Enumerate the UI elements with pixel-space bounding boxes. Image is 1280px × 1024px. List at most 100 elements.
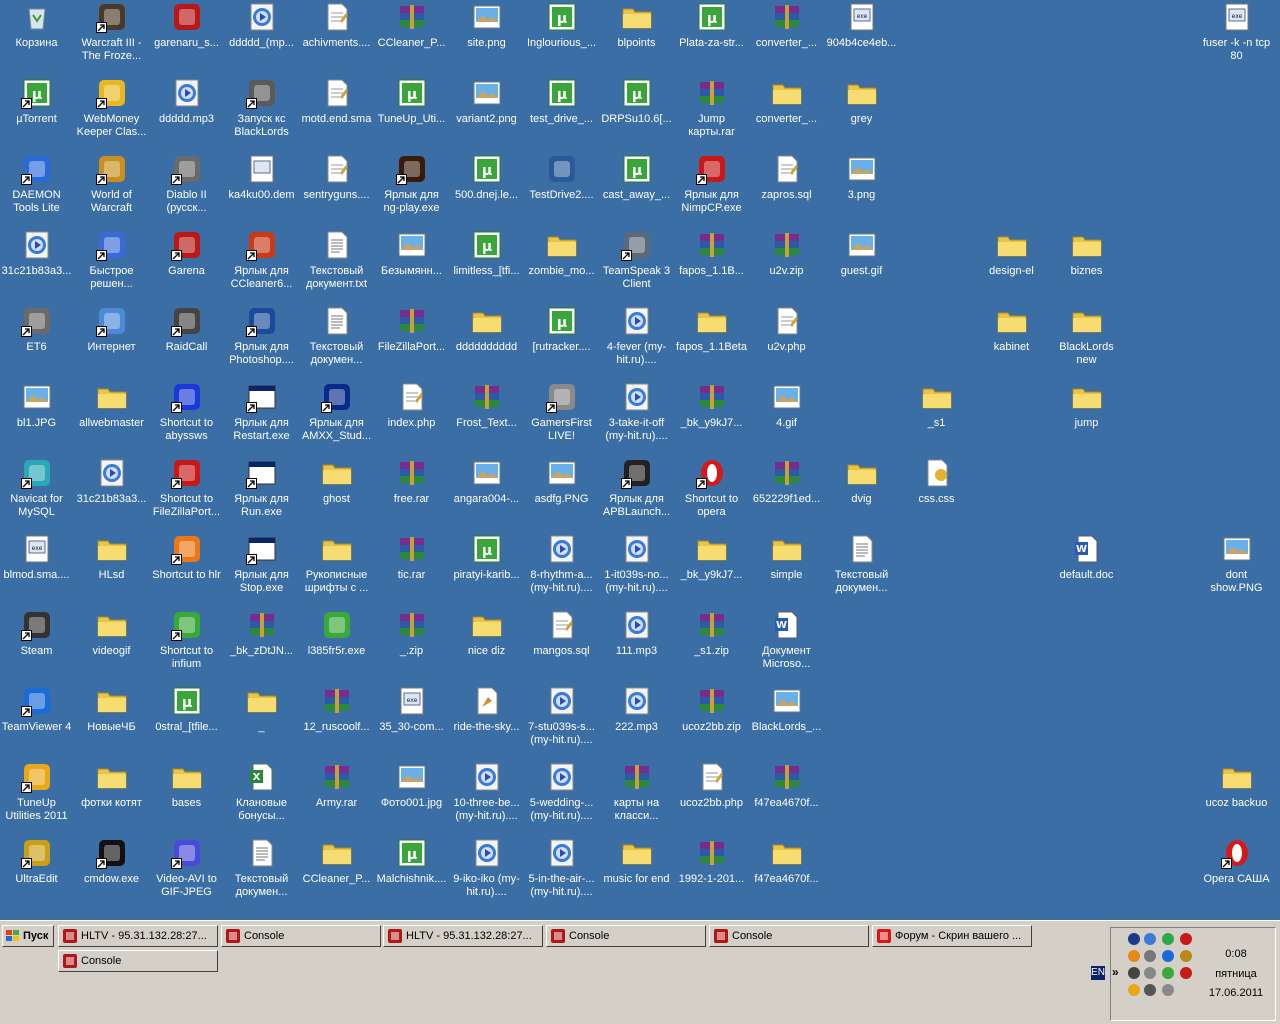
desktop-icon[interactable]: 222.mp3 <box>599 684 674 760</box>
desktop-icon[interactable]: Текстовый докумен... <box>224 836 299 912</box>
desktop-icon[interactable]: Video-AVI to GIF-JPEG <box>149 836 224 912</box>
desktop-icon[interactable]: 1-it039s-no... (my-hit.ru).... <box>599 532 674 608</box>
taskbar-button[interactable]: Console <box>709 925 869 947</box>
desktop-icon[interactable]: nice diz <box>449 608 524 684</box>
desktop-icon[interactable]: Frost_Text... <box>449 380 524 456</box>
clock-time[interactable]: 0:08 <box>1206 948 1266 960</box>
desktop-icon[interactable]: _bk_zDtJN... <box>224 608 299 684</box>
desktop-icon[interactable]: cmdow.exe <box>74 836 149 912</box>
desktop-icon[interactable]: Ярлык для AMXX_Stud... <box>299 380 374 456</box>
desktop-icon[interactable]: фотки котят <box>74 760 149 836</box>
desktop-icon[interactable]: exe 904b4ce4eb... <box>824 0 899 76</box>
desktop-icon[interactable]: 4.gif <box>749 380 824 456</box>
desktop-icon[interactable]: variant2.png <box>449 76 524 152</box>
desktop-icon[interactable]: FileZillaPort... <box>374 304 449 380</box>
desktop-icon[interactable]: W Документ Microso... <box>749 608 824 684</box>
desktop-icon[interactable]: ddddd_(mp... <box>224 0 299 76</box>
desktop-icon[interactable]: u2v.zip <box>749 228 824 304</box>
desktop-icon[interactable]: µ piratyi-karib... <box>449 532 524 608</box>
tray-app-icon[interactable] <box>1127 949 1141 963</box>
desktop-icon[interactable]: WebMoney Keeper Clas... <box>74 76 149 152</box>
desktop-icon[interactable]: 5-wedding-... (my-hit.ru).... <box>524 760 599 836</box>
tray-app-icon[interactable] <box>1179 966 1193 980</box>
desktop-icon[interactable]: X Клановые бонусы... <box>224 760 299 836</box>
desktop-icon[interactable]: Текстовый докумен... <box>299 304 374 380</box>
tray-app-icon[interactable] <box>1143 932 1157 946</box>
desktop-icon[interactable]: Shortcut to opera <box>674 456 749 532</box>
desktop-icon[interactable]: dddddddddd <box>449 304 524 380</box>
desktop-icon[interactable]: Ярлык для Run.exe <box>224 456 299 532</box>
desktop-icon[interactable]: zombie_mo... <box>524 228 599 304</box>
taskbar-button[interactable]: Console <box>221 925 381 947</box>
start-button[interactable]: Пуск <box>2 925 54 947</box>
desktop-icon[interactable]: videogif <box>74 608 149 684</box>
desktop-icon[interactable]: blpoints <box>599 0 674 76</box>
desktop-icon[interactable]: ucoz backuo <box>1199 760 1274 836</box>
desktop-icon[interactable]: _ <box>224 684 299 760</box>
desktop-icon[interactable]: Shortcut to abyssws <box>149 380 224 456</box>
desktop-icon[interactable]: CCleaner_P... <box>374 0 449 76</box>
desktop-icon[interactable]: _bk_y9kJ7... <box>674 532 749 608</box>
desktop-icon[interactable]: µ 500.dnej.le... <box>449 152 524 228</box>
desktop-icon[interactable]: Интернет <box>74 304 149 380</box>
desktop-icon[interactable]: Фото001.jpg <box>374 760 449 836</box>
desktop-icon[interactable]: ET6 <box>0 304 74 380</box>
desktop-icon[interactable]: UltraEdit <box>0 836 74 912</box>
desktop-icon[interactable]: Ярлык для NimpCP.exe <box>674 152 749 228</box>
desktop-icon[interactable]: ghost <box>299 456 374 532</box>
desktop-icon[interactable]: asdfg.PNG <box>524 456 599 532</box>
tray-app-icon[interactable] <box>1127 983 1141 997</box>
desktop-icon[interactable]: Ярлык для Restart.exe <box>224 380 299 456</box>
desktop-icon[interactable]: dvig <box>824 456 899 532</box>
desktop-icon[interactable]: achivments.... <box>299 0 374 76</box>
taskbar-button[interactable]: HLTV - 95.31.132.28:27... <box>58 925 218 947</box>
taskbar-button[interactable]: Console <box>58 950 218 972</box>
desktop-icon[interactable]: Быстрое решен... <box>74 228 149 304</box>
tray-app-icon[interactable] <box>1127 966 1141 980</box>
desktop-icon[interactable]: design-el <box>974 228 1049 304</box>
desktop-icon[interactable]: Wdefault.doc <box>1049 532 1124 608</box>
desktop-icon[interactable]: ucoz2bb.zip <box>674 684 749 760</box>
desktop-icon[interactable]: 3-take-it-off (my-hit.ru).... <box>599 380 674 456</box>
tray-app-icon[interactable] <box>1161 949 1175 963</box>
desktop-icon[interactable]: _bk_y9kJ7... <box>674 380 749 456</box>
desktop-icon[interactable]: kabinet <box>974 304 1049 380</box>
desktop-icon[interactable]: Ярлык для Stop.exe <box>224 532 299 608</box>
desktop-icon[interactable]: simple <box>749 532 824 608</box>
desktop-icon[interactable]: Рукописные шрифты с ... <box>299 532 374 608</box>
desktop-icon[interactable]: µ Plata-za-str... <box>674 0 749 76</box>
desktop-icon[interactable]: µ 0stral_[tfile... <box>149 684 224 760</box>
desktop-icon[interactable]: ride-the-sky... <box>449 684 524 760</box>
desktop-icon[interactable]: 10-three-be... (my-hit.ru).... <box>449 760 524 836</box>
desktop-icon[interactable]: НовыеЧБ <box>74 684 149 760</box>
desktop-icon[interactable]: Ярлык для CCleaner6... <box>224 228 299 304</box>
desktop-icon[interactable]: CCleaner_P... <box>299 836 374 912</box>
desktop-icon[interactable]: 31c21b83a3... <box>74 456 149 532</box>
desktop-icon[interactable]: css.css <box>899 456 974 532</box>
taskbar-button[interactable]: Console <box>546 925 706 947</box>
desktop-icon[interactable]: Warcraft III - The Froze... <box>74 0 149 76</box>
desktop-icon[interactable]: Shortcut to hlr <box>149 532 224 608</box>
desktop-icon[interactable]: tic.rar <box>374 532 449 608</box>
desktop-icon[interactable]: Diablo II (русск... <box>149 152 224 228</box>
desktop-icon[interactable]: jump <box>1049 380 1124 456</box>
desktop-icon[interactable]: index.php <box>374 380 449 456</box>
desktop-icon[interactable]: angara004-... <box>449 456 524 532</box>
desktop-icon[interactable]: 12_ruscoolf... <box>299 684 374 760</box>
desktop-icon[interactable]: Текстовый документ.txt <box>299 228 374 304</box>
desktop-icon[interactable]: DAEMON Tools Lite <box>0 152 74 228</box>
desktop-icon[interactable]: exe fuser -k -n tcp 80 <box>1199 0 1274 76</box>
desktop-icon[interactable]: bases <box>149 760 224 836</box>
desktop-icon[interactable]: 9-iko-iko (my-hit.ru).... <box>449 836 524 912</box>
desktop-icon[interactable]: Запуск кс BlackLords <box>224 76 299 152</box>
desktop-icon[interactable]: Безымянн... <box>374 228 449 304</box>
desktop-icon[interactable]: Garena <box>149 228 224 304</box>
desktop-icon[interactable]: u2v.php <box>749 304 824 380</box>
tray-app-icon[interactable] <box>1143 983 1157 997</box>
desktop-icon[interactable]: guest.gif <box>824 228 899 304</box>
desktop-icon[interactable]: ka4ku00.dem <box>224 152 299 228</box>
desktop-icon[interactable]: µ cast_away_... <box>599 152 674 228</box>
language-indicator[interactable]: EN <box>1091 966 1105 980</box>
tray-app-icon[interactable] <box>1179 932 1193 946</box>
desktop-icon[interactable]: _s1 <box>899 380 974 456</box>
